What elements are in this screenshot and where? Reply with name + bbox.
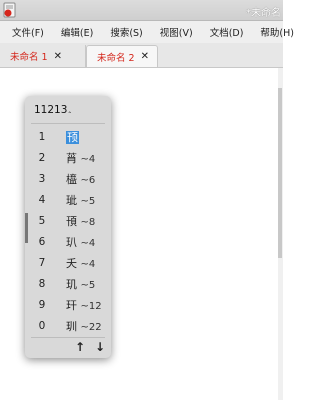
candidate-text-wrap: 玕 ~12	[66, 297, 102, 313]
candidate-text: 莦	[66, 152, 77, 165]
candidate-code: ~5	[80, 280, 96, 291]
tab-untitled-2[interactable]: 未命名 2 ✕	[86, 45, 158, 67]
candidate-text: 玔	[66, 320, 77, 333]
tab-label: 未命名 1	[10, 52, 48, 63]
divider	[31, 123, 105, 124]
menu-document[interactable]: 文档(D)	[198, 25, 249, 39]
preedit-text: 11213	[34, 104, 68, 116]
tab-untitled-1[interactable]: 未命名 1 ✕	[0, 45, 86, 67]
candidate-number: 6	[38, 236, 46, 248]
close-icon[interactable]: ✕	[141, 51, 149, 62]
candidate-2[interactable]: 2 莦 ~4	[25, 147, 111, 169]
candidate-number: 4	[38, 194, 46, 206]
candidate-number: 3	[38, 173, 46, 185]
candidate-text-wrap: 玼 ~5	[66, 192, 95, 208]
candidate-number: 2	[38, 152, 46, 164]
candidate-text-wrap: 玔 ~22	[66, 318, 102, 334]
menu-file[interactable]: 文件(F)	[0, 25, 49, 39]
caret-icon: ‸	[68, 104, 72, 113]
ime-preedit: 11213‸	[34, 104, 71, 116]
menu-search[interactable]: 搜索(S)	[98, 25, 147, 39]
tab-bar: 未命名 1 ✕ 未命名 2 ✕	[0, 43, 283, 68]
ime-candidate-popup: 11213‸ 1 顸 2 莦 ~4 3 橀 ~6 4 玼 ~5 5 頇 ~8 6…	[25, 96, 111, 358]
candidate-text-wrap: 玐 ~4	[66, 234, 95, 250]
candidate-10[interactable]: 0 玔 ~22	[25, 315, 111, 337]
candidate-text: 玐	[66, 236, 77, 249]
title-bar: *未命名	[0, 0, 283, 21]
candidate-4[interactable]: 4 玼 ~5	[25, 189, 111, 211]
menu-bar: 文件(F) 编辑(E) 搜索(S) 视图(V) 文档(D) 帮助(H)	[0, 21, 294, 43]
arrow-down-icon[interactable]: ↓	[95, 340, 105, 354]
vertical-scrollbar[interactable]	[278, 68, 283, 400]
candidate-code: ~12	[80, 301, 102, 312]
candidate-number: 1	[38, 131, 46, 143]
candidate-9[interactable]: 9 玕 ~12	[25, 294, 111, 316]
candidate-code: ~5	[80, 196, 96, 207]
candidate-number: 9	[38, 299, 46, 311]
candidate-number: 0	[38, 320, 46, 332]
candidate-7[interactable]: 7 夭 ~4	[25, 252, 111, 274]
candidate-5[interactable]: 5 頇 ~8	[25, 210, 111, 232]
close-icon[interactable]: ✕	[54, 51, 62, 62]
candidate-text: 玼	[66, 194, 77, 207]
candidate-text-wrap: 頇 ~8	[66, 213, 95, 229]
candidate-text-wrap: 橀 ~6	[66, 171, 95, 187]
candidate-text-wrap: 莦 ~4	[66, 150, 95, 166]
candidate-text: 橀	[66, 173, 77, 186]
candidate-text-wrap: 夭 ~4	[66, 255, 95, 271]
candidate-1[interactable]: 1 顸	[25, 126, 111, 148]
arrow-up-icon[interactable]: ↑	[75, 340, 85, 354]
app-icon[interactable]	[2, 2, 18, 18]
candidate-number: 7	[38, 257, 46, 269]
menu-help[interactable]: 帮助(H)	[248, 25, 299, 39]
candidate-number: 5	[38, 215, 46, 227]
candidate-3[interactable]: 3 橀 ~6	[25, 168, 111, 190]
candidate-code: ~4	[80, 154, 96, 165]
candidate-text: 顸	[66, 131, 79, 144]
candidate-6[interactable]: 6 玐 ~4	[25, 231, 111, 253]
candidate-code: ~4	[80, 238, 96, 249]
candidate-text: 玕	[66, 299, 77, 312]
candidate-text-wrap: 玑 ~5	[66, 276, 95, 292]
candidate-8[interactable]: 8 玑 ~5	[25, 273, 111, 295]
candidate-text-wrap: 顸	[66, 129, 79, 145]
candidate-code: ~22	[80, 322, 102, 333]
menu-edit[interactable]: 编辑(E)	[49, 25, 98, 39]
window-title: *未命名	[246, 8, 281, 19]
tab-label: 未命名 2	[97, 52, 135, 64]
candidate-text: 玑	[66, 278, 77, 291]
candidate-code: ~8	[80, 217, 96, 228]
candidate-number: 8	[38, 278, 46, 290]
candidate-code: ~4	[80, 259, 96, 270]
candidate-text: 夭	[66, 257, 77, 270]
candidate-text: 頇	[66, 215, 77, 228]
candidate-code: ~6	[80, 175, 96, 186]
menu-view[interactable]: 视图(V)	[148, 25, 198, 39]
divider	[31, 337, 105, 338]
scrollbar-thumb[interactable]	[278, 88, 282, 258]
